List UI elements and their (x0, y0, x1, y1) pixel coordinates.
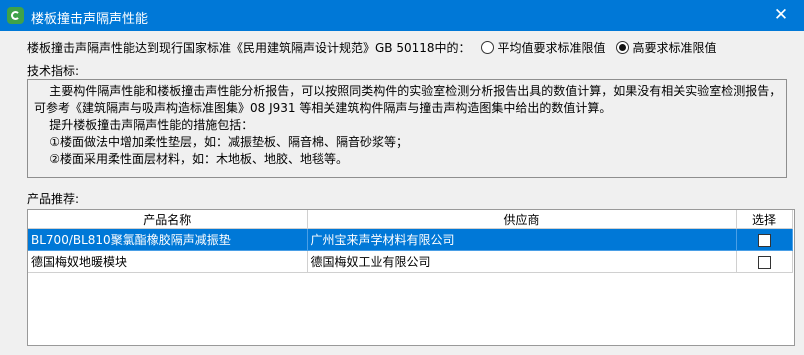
app-logo-icon (7, 7, 24, 24)
standard-prompt: 楼板撞击声隔声性能达到现行国家标准《民用建筑隔声设计规范》GB 50118中的： (27, 40, 471, 55)
radio-average-limit[interactable] (480, 40, 494, 54)
radio-average-limit-label[interactable]: 平均值要求标准限值 (498, 39, 606, 56)
tech-line: 提升楼板撞击声隔声性能的措施包括： (34, 118, 254, 132)
table-header: 产品名称 供应商 选择 (28, 210, 793, 229)
tech-line: ②楼面采用柔性面层材料，如：木地板、地胶、地毯等。 (34, 152, 349, 166)
radio-high-limit-label[interactable]: 高要求标准限值 (633, 39, 717, 56)
table-row[interactable]: 德国梅奴地暖模块 德国梅奴工业有限公司 (28, 250, 793, 273)
product-grid[interactable]: 产品名称 供应商 选择 BL700/BL810聚氯酯橡胶隔声减振垫 广州宝来声学… (27, 209, 795, 346)
column-header-name[interactable]: 产品名称 (28, 210, 308, 229)
column-header-select[interactable]: 选择 (736, 210, 793, 229)
supplier-cell[interactable]: 广州宝来声学材料有限公司 (307, 228, 737, 251)
column-header-supplier[interactable]: 供应商 (307, 210, 737, 229)
supplier-cell[interactable]: 德国梅奴工业有限公司 (307, 250, 737, 273)
standard-selector: 楼板撞击声隔声性能达到现行国家标准《民用建筑隔声设计规范》GB 50118中的：… (27, 39, 717, 55)
radio-high-limit[interactable] (615, 40, 629, 54)
product-table: 产品名称 供应商 选择 BL700/BL810聚氯酯橡胶隔声减振垫 广州宝来声学… (28, 210, 793, 273)
table-row[interactable]: BL700/BL810聚氯酯橡胶隔声减振垫 广州宝来声学材料有限公司 (28, 228, 793, 251)
product-name-cell[interactable]: 德国梅奴地暖模块 (28, 250, 308, 273)
tech-line: ①楼面做法中增加柔性垫层，如：减振垫板、隔音棉、隔音砂浆等； (34, 135, 409, 149)
select-checkbox[interactable] (757, 255, 771, 269)
window-title: 楼板撞击声隔声性能 (31, 12, 149, 27)
select-cell[interactable] (736, 228, 793, 251)
tech-line: 主要构件隔声性能和楼板撞击声性能分析报告，可以按照同类构件的实验室检测分析报告出… (34, 84, 782, 98)
close-icon: ✕ (773, 5, 789, 25)
tech-label: 技术指标: (27, 64, 80, 78)
title-bar: 楼板撞击声隔声性能 ✕ (0, 0, 804, 31)
close-button[interactable]: ✕ (758, 0, 804, 31)
product-name-cell[interactable]: BL700/BL810聚氯酯橡胶隔声减振垫 (28, 228, 308, 251)
select-checkbox[interactable] (757, 233, 771, 247)
select-cell[interactable] (736, 250, 793, 273)
tech-line: 可参考《建筑隔声与吸声构造标准图集》08 J931 等相关建筑构件隔声与撞击声构… (34, 101, 612, 115)
tech-text-area[interactable]: 主要构件隔声性能和楼板撞击声性能分析报告，可以按照同类构件的实验室检测分析报告出… (27, 79, 787, 178)
products-label: 产品推荐: (27, 192, 80, 206)
